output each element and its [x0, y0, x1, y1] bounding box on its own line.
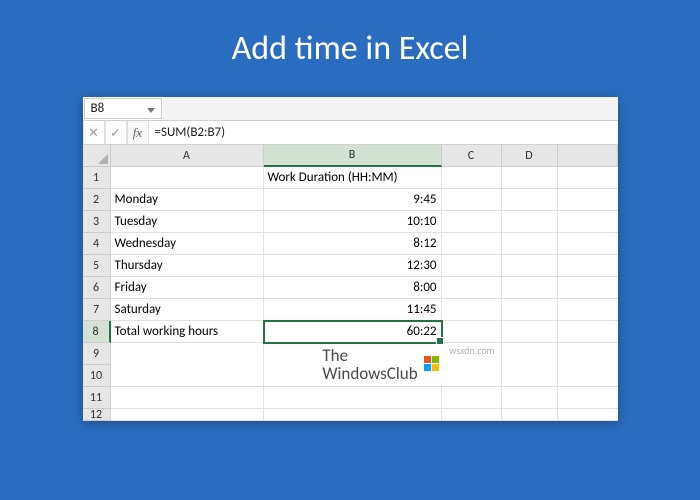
- row-header[interactable]: 8: [83, 321, 111, 343]
- row-header[interactable]: 4: [83, 233, 111, 255]
- cell-duration[interactable]: 10:10: [264, 211, 442, 233]
- cell[interactable]: [558, 321, 618, 343]
- col-header-d[interactable]: D: [502, 145, 558, 167]
- cell-duration[interactable]: 12:30: [264, 255, 442, 277]
- cell[interactable]: [442, 299, 502, 321]
- cell-duration[interactable]: 11:45: [264, 299, 442, 321]
- name-box[interactable]: B8: [84, 98, 162, 119]
- name-box-row: B8: [83, 97, 618, 121]
- cell[interactable]: [502, 321, 558, 343]
- cell[interactable]: [264, 409, 442, 421]
- cell[interactable]: [264, 387, 442, 409]
- cell-c1[interactable]: [442, 167, 502, 189]
- cell-duration[interactable]: 9:45: [264, 189, 442, 211]
- cell-e1[interactable]: [558, 167, 618, 189]
- cell[interactable]: [442, 233, 502, 255]
- row-header[interactable]: 7: [83, 299, 111, 321]
- cell-day[interactable]: Monday: [111, 189, 264, 211]
- row-header[interactable]: 5: [83, 255, 111, 277]
- cell[interactable]: [502, 299, 558, 321]
- enter-icon[interactable]: ✓: [105, 121, 127, 144]
- cell-day[interactable]: Saturday: [111, 299, 264, 321]
- row-header[interactable]: 1: [83, 167, 111, 189]
- excel-window: B8 ✕ ✓ fx =SUM(B2:B7) A B C D 1 Work Dur…: [83, 97, 618, 421]
- cell[interactable]: [502, 233, 558, 255]
- name-spacer: [163, 97, 618, 120]
- watermark-text: TheWindowsClub: [322, 347, 417, 383]
- cell[interactable]: [502, 409, 558, 421]
- cell[interactable]: [442, 321, 502, 343]
- row-header[interactable]: 3: [83, 211, 111, 233]
- cell[interactable]: [442, 189, 502, 211]
- cell[interactable]: [502, 343, 558, 387]
- cell-duration[interactable]: 8:12: [264, 233, 442, 255]
- col-header-c[interactable]: C: [442, 145, 502, 167]
- cell-day[interactable]: Wednesday: [111, 233, 264, 255]
- cell-b1[interactable]: Work Duration (HH:MM): [264, 167, 442, 189]
- cell-duration[interactable]: 8:00: [264, 277, 442, 299]
- row-header[interactable]: 9: [83, 343, 111, 365]
- cell[interactable]: [111, 343, 264, 387]
- cell[interactable]: [558, 255, 618, 277]
- cell[interactable]: [558, 211, 618, 233]
- cell[interactable]: [442, 211, 502, 233]
- formula-bar: ✕ ✓ fx =SUM(B2:B7): [83, 121, 618, 145]
- row-header[interactable]: 6: [83, 277, 111, 299]
- row-header[interactable]: 2: [83, 189, 111, 211]
- cancel-icon[interactable]: ✕: [83, 121, 105, 144]
- cell[interactable]: [502, 387, 558, 409]
- watermark-domain: wsxdn.com: [449, 344, 494, 357]
- cell[interactable]: [442, 277, 502, 299]
- cell[interactable]: [558, 387, 618, 409]
- cell[interactable]: [502, 211, 558, 233]
- row-header[interactable]: 11: [83, 387, 111, 409]
- cell[interactable]: [558, 299, 618, 321]
- windows-icon: [424, 356, 442, 374]
- cell[interactable]: [558, 343, 618, 387]
- cell[interactable]: [502, 277, 558, 299]
- cell-a1[interactable]: [111, 167, 264, 189]
- cell[interactable]: [558, 277, 618, 299]
- select-all-corner[interactable]: [83, 145, 111, 167]
- spreadsheet-grid[interactable]: A B C D 1 Work Duration (HH:MM) 2 Monday…: [83, 145, 618, 421]
- col-header-b[interactable]: B: [264, 145, 442, 167]
- cell[interactable]: [442, 409, 502, 421]
- watermark: wsxdn.com TheWindowsClub: [264, 343, 502, 387]
- cell[interactable]: [111, 387, 264, 409]
- row-header[interactable]: 10: [83, 365, 111, 387]
- cell[interactable]: [558, 189, 618, 211]
- row-header[interactable]: 12: [83, 409, 111, 421]
- cell[interactable]: [558, 233, 618, 255]
- page-title: Add time in Excel: [232, 28, 469, 69]
- cell[interactable]: [442, 387, 502, 409]
- cell-total-label[interactable]: Total working hours: [111, 321, 264, 343]
- cell[interactable]: [502, 189, 558, 211]
- col-header-a[interactable]: A: [111, 145, 264, 167]
- cell[interactable]: [502, 255, 558, 277]
- cell-day[interactable]: Friday: [111, 277, 264, 299]
- cell-day[interactable]: Thursday: [111, 255, 264, 277]
- cell[interactable]: [442, 255, 502, 277]
- col-header-spacer: [558, 145, 618, 167]
- cell[interactable]: [558, 409, 618, 421]
- formula-input[interactable]: =SUM(B2:B7): [149, 121, 618, 144]
- cell[interactable]: [111, 409, 264, 421]
- cell-day[interactable]: Tuesday: [111, 211, 264, 233]
- cell-total-value[interactable]: 60:22: [264, 321, 442, 343]
- cell-d1[interactable]: [502, 167, 558, 189]
- insert-function-button[interactable]: fx: [127, 121, 149, 144]
